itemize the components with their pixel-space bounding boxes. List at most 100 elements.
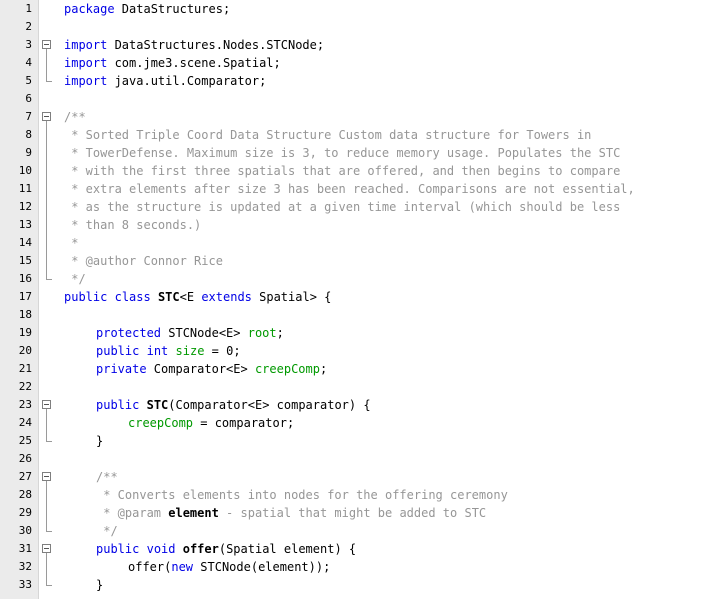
code-text: private Comparator<E> creepComp;	[96, 360, 327, 378]
code-line[interactable]: 18	[0, 306, 711, 324]
code-text: * with the first three spatials that are…	[64, 162, 620, 180]
minus-box-icon[interactable]	[42, 40, 51, 49]
line-number: 21	[18, 362, 32, 375]
fold-guide-line	[46, 180, 47, 198]
code-text: protected STCNode<E> root;	[96, 324, 284, 342]
code-token: STCNode<E>	[161, 326, 248, 340]
code-line[interactable]: 32 offer(new STCNode(element));	[0, 558, 711, 576]
minus-box-icon[interactable]	[42, 472, 51, 481]
keyword-token: import	[64, 38, 108, 52]
fold-guide-line	[46, 558, 47, 576]
code-line[interactable]: 14 *	[0, 234, 711, 252]
comment-token: * as the structure is updated at a given…	[64, 200, 621, 214]
code-text: * as the structure is updated at a given…	[64, 198, 620, 216]
code-line[interactable]: 11 * extra elements after size 3 has bee…	[0, 180, 711, 198]
code-line[interactable]: 2	[0, 18, 711, 36]
line-number: 28	[18, 488, 32, 501]
code-line[interactable]: 15 * @author Connor Rice	[0, 252, 711, 270]
keyword-token: private	[96, 362, 147, 376]
code-line[interactable]: 16 */	[0, 270, 711, 288]
code-line[interactable]: 25}	[0, 432, 711, 450]
code-text: creepComp = comparator;	[128, 414, 294, 432]
fold-guide	[39, 54, 55, 72]
code-line[interactable]: 8 * Sorted Triple Coord Data Structure C…	[0, 126, 711, 144]
line-number: 13	[18, 218, 32, 231]
fold-guide	[39, 414, 55, 432]
code-token: DataStructures;	[114, 2, 231, 16]
code-line[interactable]: 31 public void offer(Spatial element) {	[0, 540, 711, 558]
line-number: 12	[18, 200, 32, 213]
fold-guide-line	[46, 234, 47, 252]
code-line[interactable]: 29 * @param element - spatial that might…	[0, 504, 711, 522]
code-line[interactable]: 7 /**	[0, 108, 711, 126]
code-text: /**	[64, 108, 86, 126]
fold-collapse-icon[interactable]	[39, 468, 55, 486]
code-line[interactable]: 26	[0, 450, 711, 468]
field-token: root	[247, 326, 277, 340]
code-text: * @param element - spatial that might be…	[96, 504, 486, 522]
code-line[interactable]: 22	[0, 378, 711, 396]
code-line[interactable]: 4 import com.jme3.scene.Spatial;	[0, 54, 711, 72]
keyword-token: package	[64, 2, 115, 16]
line-number: 20	[18, 344, 32, 357]
code-line[interactable]: 3 import DataStructures.Nodes.STCNode;	[0, 36, 711, 54]
fold-guide	[39, 126, 55, 144]
line-number: 27	[18, 470, 32, 483]
line-number: 29	[18, 506, 32, 519]
code-line[interactable]: 33}	[0, 576, 711, 594]
code-line[interactable]: 9 * TowerDefense. Maximum size is 3, to …	[0, 144, 711, 162]
fold-empty	[39, 324, 55, 342]
comment-token: /**	[96, 470, 118, 484]
fold-empty	[39, 288, 55, 306]
line-number: 25	[18, 434, 32, 447]
line-number: 32	[18, 560, 32, 573]
fold-guide	[39, 504, 55, 522]
fold-end-horizontal	[46, 585, 52, 586]
keyword-token: extends	[201, 290, 252, 304]
fold-collapse-icon[interactable]	[39, 396, 55, 414]
code-line[interactable]: 24 creepComp = comparator;	[0, 414, 711, 432]
minus-box-icon[interactable]	[42, 112, 51, 121]
code-line[interactable]: 10 * with the first three spatials that …	[0, 162, 711, 180]
code-token: ;	[276, 326, 284, 340]
fold-end-icon	[39, 270, 55, 288]
minus-box-icon[interactable]	[42, 400, 51, 409]
comment-token: /**	[64, 110, 86, 124]
fold-collapse-icon[interactable]	[39, 108, 55, 126]
code-line[interactable]: 19 protected STCNode<E> root;	[0, 324, 711, 342]
code-line[interactable]: 28 * Converts elements into nodes for th…	[0, 486, 711, 504]
code-line[interactable]: 6	[0, 90, 711, 108]
code-line[interactable]: 17 public class STC<E extends Spatial> {	[0, 288, 711, 306]
code-text: */	[64, 270, 85, 288]
code-line[interactable]: 30 */	[0, 522, 711, 540]
code-text: * extra elements after size 3 has been r…	[64, 180, 635, 198]
fold-empty	[39, 450, 55, 468]
fold-end-horizontal	[46, 81, 52, 82]
code-line[interactable]: 5 import java.util.Comparator;	[0, 72, 711, 90]
line-number: 6	[25, 92, 32, 105]
fold-collapse-icon[interactable]	[39, 540, 55, 558]
code-line[interactable]: 12 * as the structure is updated at a gi…	[0, 198, 711, 216]
code-line[interactable]: 21 private Comparator<E> creepComp;	[0, 360, 711, 378]
code-token: java.util.Comparator;	[107, 74, 267, 88]
keyword-token: public	[96, 398, 140, 412]
code-line[interactable]: 20 public int size = 0;	[0, 342, 711, 360]
code-editor[interactable]: 1 package DataStructures; 2 3 import DataStr…	[0, 0, 711, 599]
code-line[interactable]: 1 package DataStructures;	[0, 0, 711, 18]
fold-collapse-icon[interactable]	[39, 36, 55, 54]
line-number: 3	[25, 38, 32, 51]
code-text: /**	[96, 468, 118, 486]
keyword-token: public	[96, 542, 140, 556]
minus-box-icon[interactable]	[42, 544, 51, 553]
code-text: * Converts elements into nodes for the o…	[96, 486, 508, 504]
line-number: 31	[18, 542, 32, 555]
code-line[interactable]: 23 public STC(Comparator<E> comparator) {	[0, 396, 711, 414]
line-number: 14	[18, 236, 32, 249]
fold-empty	[39, 378, 55, 396]
code-line[interactable]: 27 /**	[0, 468, 711, 486]
code-line[interactable]: 13 * than 8 seconds.)	[0, 216, 711, 234]
code-token: STCNode(element));	[193, 560, 331, 574]
